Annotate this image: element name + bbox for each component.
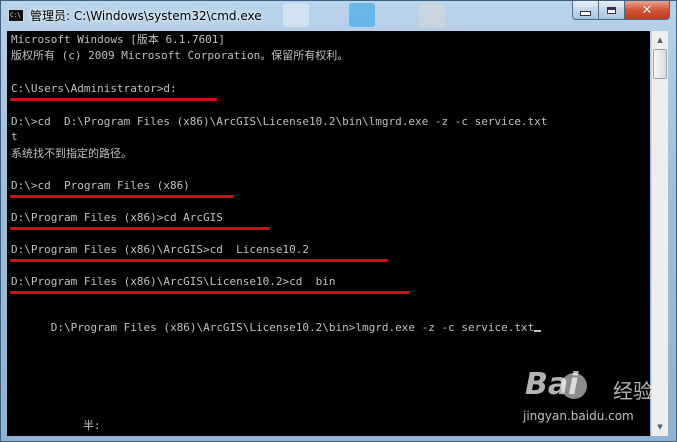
background-icon: [283, 3, 309, 27]
minimize-icon: [580, 10, 591, 16]
close-button[interactable]: ✕: [625, 1, 670, 20]
console-line: D:\>cd D:\Program Files (x86)\ArcGIS\Lic…: [11, 115, 548, 128]
console-line: C:\Users\Administrator>d:: [11, 82, 177, 95]
red-underline: [10, 259, 388, 262]
red-underline: [10, 291, 410, 294]
console-line: t: [11, 130, 18, 143]
window-controls: ✕: [572, 1, 670, 21]
console-prompt-text: D:\Program Files (x86)\ArcGIS\License10.…: [50, 321, 535, 334]
console-line: Microsoft Windows [版本 6.1.7601]: [11, 33, 226, 46]
console-line: D:\>cd Program Files (x86): [11, 179, 190, 192]
red-underline: [10, 227, 270, 230]
ime-indicator: 半:: [83, 419, 101, 432]
console-line: D:\Program Files (x86)>cd ArcGIS: [11, 211, 223, 224]
background-icon: [349, 3, 375, 27]
title-bar[interactable]: C:\ 管理员: C:\Windows\system32\cmd.exe ✕: [1, 1, 676, 31]
background-icon: [419, 3, 445, 27]
watermark-url: jingyan.baidu.com: [523, 409, 634, 423]
red-underline: [10, 195, 234, 198]
minimize-button[interactable]: [572, 1, 599, 20]
maximize-icon: [607, 6, 616, 14]
red-underline: [10, 98, 217, 101]
window-title: 管理员: C:\Windows\system32\cmd.exe: [30, 9, 262, 23]
baidu-paw-icon: [561, 373, 587, 399]
console-line: 系统找不到指定的路径。: [11, 147, 132, 160]
maximize-button[interactable]: [599, 1, 625, 20]
console-line: 版权所有 (c) 2009 Microsoft Corporation。保留所有…: [11, 49, 349, 62]
cmd-window: C:\ 管理员: C:\Windows\system32\cmd.exe ✕ M…: [0, 0, 677, 442]
watermark-suffix: 经验: [613, 379, 653, 403]
close-icon: ✕: [641, 2, 653, 18]
text-cursor: [534, 330, 542, 332]
scroll-up-icon[interactable]: ▲: [653, 32, 667, 48]
baidu-watermark: Bai 经验 jingyan.baidu.com: [521, 367, 671, 437]
console-line: D:\Program Files (x86)\ArcGIS>cd License…: [11, 243, 310, 256]
console-line: D:\Program Files (x86)\ArcGIS\License10.…: [11, 307, 542, 349]
console-line: D:\Program Files (x86)\ArcGIS\License10.…: [11, 275, 336, 288]
scrollbar-thumb[interactable]: [653, 49, 667, 79]
cmd-app-icon[interactable]: C:\: [8, 9, 24, 22]
